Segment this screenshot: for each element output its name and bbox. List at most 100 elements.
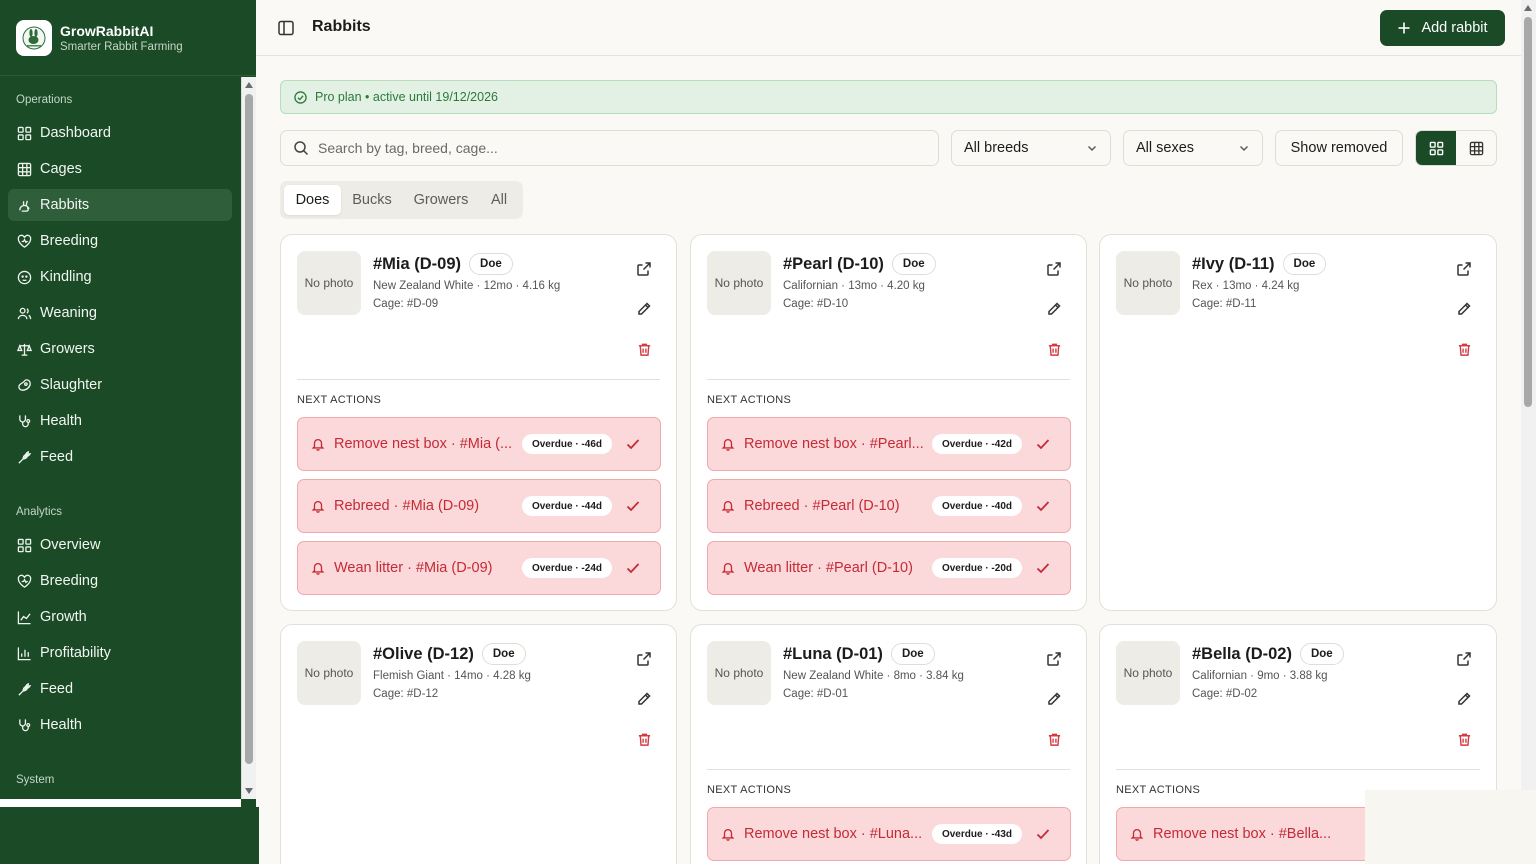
- main-scroll-thumb[interactable]: [1524, 17, 1532, 407]
- tab-growers[interactable]: Growers: [403, 185, 479, 215]
- sidebar-item-rabbits[interactable]: Rabbits: [8, 189, 232, 221]
- sidebar-item-profitability[interactable]: Profitability: [8, 637, 232, 669]
- rabbit-name[interactable]: #Pearl (D-10): [783, 255, 884, 274]
- bell-icon: [1130, 827, 1144, 841]
- complete-action-button[interactable]: [624, 435, 642, 453]
- search-box: [280, 130, 939, 166]
- complete-action-button[interactable]: [624, 559, 642, 577]
- delete-rabbit-button[interactable]: [1452, 727, 1476, 751]
- rabbit-card[interactable]: No photo #Ivy (D-11) Doe Rex · 13mo · 4.24 …: [1099, 234, 1497, 611]
- bell-icon: [721, 827, 735, 841]
- complete-action-button[interactable]: [1034, 825, 1052, 843]
- rabbit-card[interactable]: No photo #Olive (D-12) Doe Flemish Giant · …: [280, 624, 677, 864]
- open-rabbit-button[interactable]: [1042, 257, 1066, 281]
- view-toggle: [1415, 130, 1497, 166]
- open-rabbit-button[interactable]: [632, 257, 656, 281]
- sidebar-scrollbar[interactable]: [241, 77, 256, 799]
- rabbit-name[interactable]: #Olive (D-12): [373, 645, 474, 664]
- sidebar-toggle-button[interactable]: [276, 18, 296, 38]
- breed-select[interactable]: All breeds: [951, 130, 1111, 166]
- sidebar-item-health[interactable]: Health: [8, 405, 232, 437]
- scroll-down-arrow-icon[interactable]: [245, 788, 253, 794]
- open-rabbit-button[interactable]: [1452, 647, 1476, 671]
- breed-select-value: All breeds: [964, 140, 1029, 156]
- scroll-up-arrow-icon[interactable]: [245, 82, 253, 88]
- edit-rabbit-button[interactable]: [1042, 297, 1066, 321]
- search-input[interactable]: [318, 140, 918, 156]
- check-icon: [1034, 559, 1052, 577]
- sidebar-scroll-thumb[interactable]: [245, 94, 253, 764]
- next-action-item[interactable]: Rebreed · #Mia (D-09) Overdue · -44d: [297, 479, 661, 533]
- sidebar-item-analytics-breeding[interactable]: Breeding: [8, 565, 232, 597]
- next-action-text: Remove nest box · #Mia (...: [334, 436, 513, 452]
- sidebar-footer: [0, 807, 259, 864]
- sidebar-item-kindling[interactable]: Kindling: [8, 261, 232, 293]
- sidebar-item-feed[interactable]: Feed: [8, 441, 232, 473]
- complete-action-button[interactable]: [1034, 497, 1052, 515]
- tab-does[interactable]: Does: [284, 185, 341, 215]
- check-icon: [1034, 825, 1052, 843]
- edit-rabbit-button[interactable]: [1042, 687, 1066, 711]
- sidebar-item-breeding[interactable]: Breeding: [8, 225, 232, 257]
- sidebar-item-analytics-feed[interactable]: Feed: [8, 673, 232, 705]
- next-action-item[interactable]: Rebreed · #Pearl (D-10) Overdue · -40d: [707, 479, 1071, 533]
- rabbit-name[interactable]: #Mia (D-09): [373, 255, 461, 274]
- scroll-up-arrow-icon[interactable]: [1524, 5, 1532, 11]
- complete-action-button[interactable]: [1034, 435, 1052, 453]
- sidebar-item-weaning[interactable]: Weaning: [8, 297, 232, 329]
- grid-view-button[interactable]: [1416, 131, 1456, 165]
- sidebar-item-growth[interactable]: Growth: [8, 601, 232, 633]
- main-scrollbar[interactable]: [1521, 0, 1536, 864]
- rabbit-name[interactable]: #Bella (D-02): [1192, 645, 1292, 664]
- table-view-button[interactable]: [1456, 131, 1496, 165]
- sidebar-item-overview[interactable]: Overview: [8, 529, 232, 561]
- delete-rabbit-button[interactable]: [1042, 337, 1066, 361]
- sidebar-item-dashboard[interactable]: Dashboard: [8, 117, 232, 149]
- rabbit-icon: [19, 200, 30, 212]
- sidebar-item-growers[interactable]: Growers: [8, 333, 232, 365]
- edit-rabbit-button[interactable]: [1452, 297, 1476, 321]
- open-rabbit-button[interactable]: [1042, 647, 1066, 671]
- complete-action-button[interactable]: [1034, 559, 1052, 577]
- pencil-icon: [1046, 691, 1062, 707]
- rabbit-card[interactable]: No photo #Pearl (D-10) Doe Californian · 13…: [690, 234, 1087, 611]
- sidebar-item-label: Growers: [40, 341, 95, 357]
- complete-action-button[interactable]: [624, 497, 642, 515]
- next-action-item[interactable]: Remove nest box · #Pearl... Overdue · -42…: [707, 417, 1071, 471]
- add-rabbit-button[interactable]: Add rabbit: [1380, 10, 1505, 46]
- overdue-badge: Overdue · -40d: [931, 496, 1022, 516]
- sidebar-item-cages[interactable]: Cages: [8, 153, 232, 185]
- tab-bucks[interactable]: Bucks: [341, 185, 403, 215]
- delete-rabbit-button[interactable]: [632, 337, 656, 361]
- open-rabbit-button[interactable]: [632, 647, 656, 671]
- show-removed-button[interactable]: Show removed: [1275, 130, 1403, 166]
- tab-all[interactable]: All: [479, 185, 519, 215]
- rabbit-name[interactable]: #Luna (D-01): [783, 645, 883, 664]
- sex-select[interactable]: All sexes: [1123, 130, 1263, 166]
- brand[interactable]: GrowRabbitAI Smarter Rabbit Farming: [0, 0, 256, 76]
- next-action-text: Wean litter · #Mia (D-09): [334, 560, 493, 576]
- rabbit-card[interactable]: No photo #Luna (D-01) Doe New Zealand White…: [690, 624, 1087, 864]
- delete-rabbit-button[interactable]: [1452, 337, 1476, 361]
- edit-rabbit-button[interactable]: [632, 687, 656, 711]
- external-link-icon: [1046, 651, 1062, 667]
- open-rabbit-button[interactable]: [1452, 257, 1476, 281]
- sidebar-item-label: Breeding: [40, 233, 99, 249]
- next-action-text: Wean litter · #Pearl (D-10): [744, 560, 913, 576]
- sidebar-item-analytics-health[interactable]: Health: [8, 709, 232, 741]
- delete-rabbit-button[interactable]: [1042, 727, 1066, 751]
- sidebar-item-slaughter[interactable]: Slaughter: [8, 369, 232, 401]
- rabbit-name[interactable]: #Ivy (D-11): [1192, 255, 1275, 274]
- rabbit-card[interactable]: No photo #Mia (D-09) Doe New Zealand White …: [280, 234, 677, 611]
- rabbit-meta: Californian · 13mo · 4.20 kg: [783, 280, 925, 292]
- next-action-item[interactable]: Remove nest box · #Luna... Overdue · -43d: [707, 807, 1071, 861]
- edit-rabbit-button[interactable]: [1452, 687, 1476, 711]
- ham-icon: [18, 378, 31, 391]
- next-action-item[interactable]: Remove nest box · #Mia (... Overdue · -46…: [297, 417, 661, 471]
- edit-rabbit-button[interactable]: [632, 297, 656, 321]
- sex-tabs: Does Bucks Growers All: [280, 181, 523, 219]
- next-action-item[interactable]: Wean litter · #Pearl (D-10) Overdue · -20…: [707, 541, 1071, 595]
- rabbit-cage: Cage: #D-01: [783, 688, 849, 700]
- next-action-item[interactable]: Wean litter · #Mia (D-09) Overdue · -24d: [297, 541, 661, 595]
- delete-rabbit-button[interactable]: [632, 727, 656, 751]
